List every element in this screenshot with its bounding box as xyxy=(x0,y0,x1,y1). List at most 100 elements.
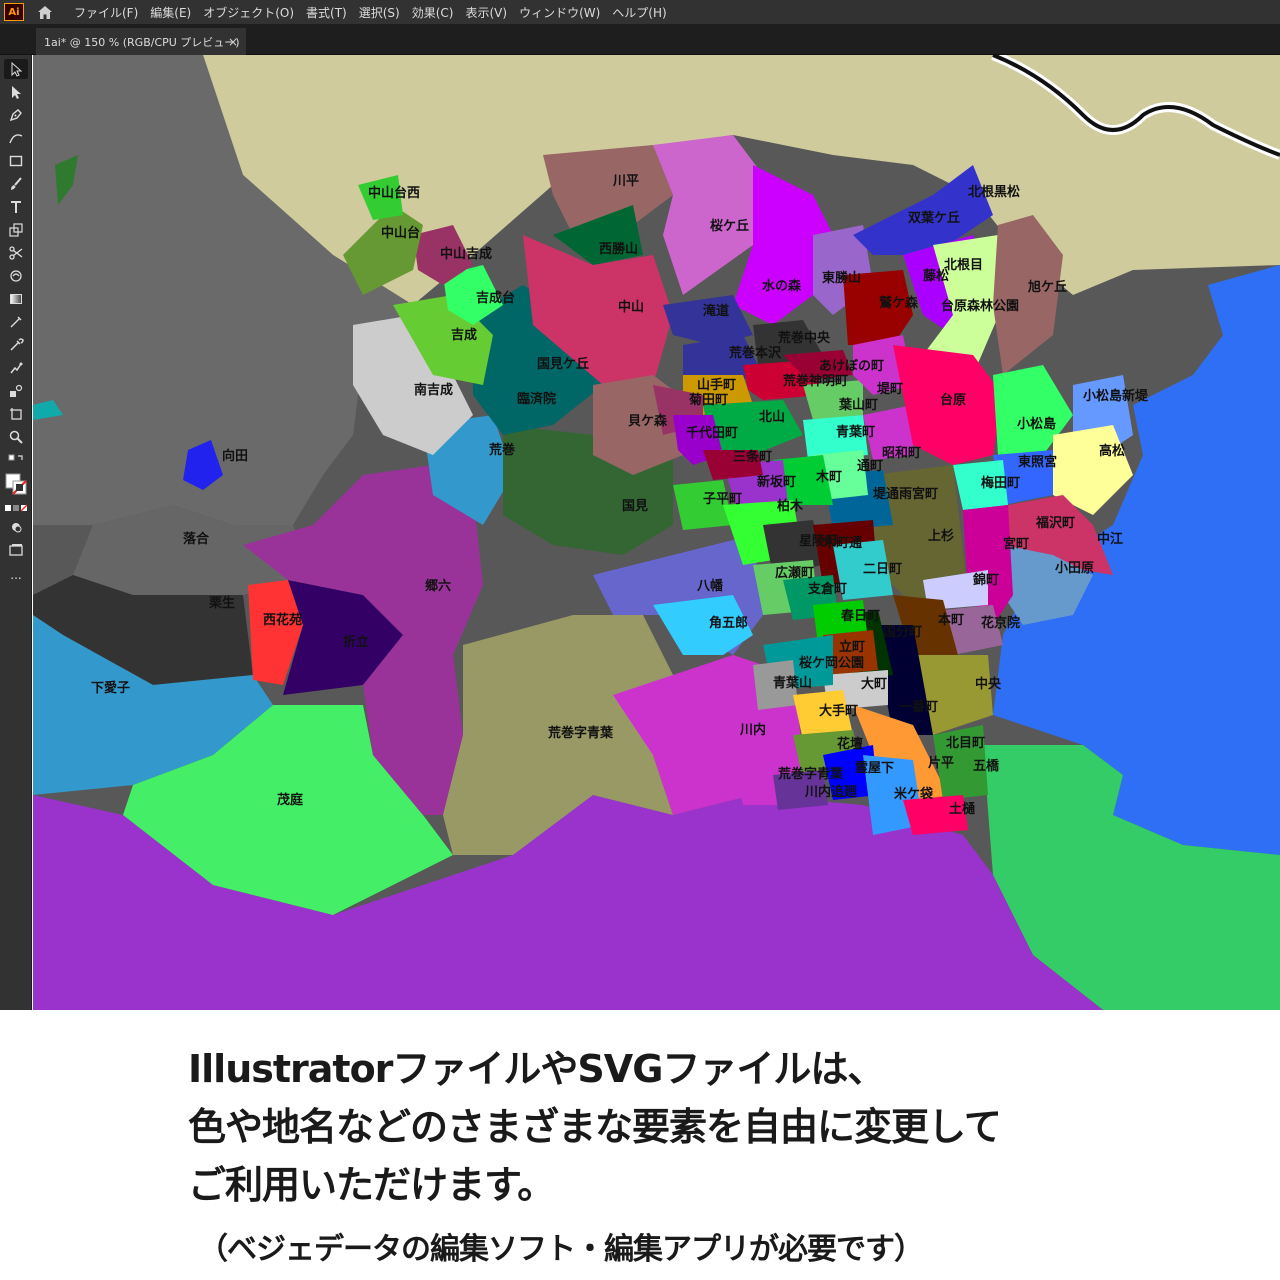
map-label[interactable]: 臨済院 xyxy=(517,391,556,407)
map-label[interactable]: 一番町 xyxy=(899,699,938,715)
map-label[interactable]: 北山 xyxy=(759,409,785,425)
map-label[interactable]: 子平町 xyxy=(703,492,742,507)
eyedropper-tool-icon[interactable] xyxy=(4,335,28,355)
map-label[interactable]: 南吉成 xyxy=(414,382,453,398)
map-label[interactable]: 西勝山 xyxy=(599,241,638,257)
gradient-tool-icon[interactable] xyxy=(4,289,28,309)
map-label[interactable]: 荒巻 xyxy=(488,442,516,458)
map-label[interactable]: 新坂町 xyxy=(757,474,796,490)
map-label[interactable]: 旭ケ丘 xyxy=(1027,279,1067,295)
warp-tool-icon[interactable] xyxy=(4,266,28,286)
drawing-mode-icon[interactable] xyxy=(4,517,28,537)
document-tab[interactable]: 1ai* @ 150 % (RGB/CPU プレビュー) × xyxy=(36,28,246,55)
map-label[interactable]: 三条町 xyxy=(733,449,772,465)
map-label[interactable]: 堤通雨宮町 xyxy=(873,486,938,502)
map-label[interactable]: 桜ケ丘 xyxy=(710,218,749,234)
map-label[interactable]: 霊屋下 xyxy=(855,761,894,776)
map-label[interactable]: 角五郎 xyxy=(709,615,748,631)
close-tab-icon[interactable]: × xyxy=(228,35,238,49)
map-label[interactable]: 五橋 xyxy=(973,758,1000,774)
map-label[interactable]: 本町 xyxy=(938,612,964,628)
map-label[interactable]: 青葉山 xyxy=(773,675,812,691)
scissors-tool-icon[interactable] xyxy=(4,243,28,263)
symbol-sprayer-tool-icon[interactable] xyxy=(4,381,28,401)
swap-colors-icon[interactable] xyxy=(4,453,28,469)
map-label[interactable]: 国見ケ丘 xyxy=(537,357,589,372)
map-label[interactable]: 荒巻神明町 xyxy=(782,373,848,389)
map-label[interactable]: 川内 xyxy=(739,722,766,738)
mesh-tool-icon[interactable] xyxy=(4,312,28,332)
map-label[interactable]: 下愛子 xyxy=(91,680,130,696)
map-label[interactable]: 八幡 xyxy=(696,578,723,594)
map-label[interactable]: 上杉 xyxy=(928,528,954,544)
map-label[interactable]: 昭和町 xyxy=(882,445,921,461)
map-label[interactable]: 土樋 xyxy=(949,801,975,817)
map-label[interactable]: 水の森 xyxy=(762,278,802,294)
artboard-canvas[interactable]: 中山台西 川平 桜ケ丘 北根黒松 双葉ケ丘 中山台 西勝山 東勝山 北根目 中山吉成 藤松 旭ケ丘 水の… xyxy=(33,55,1280,1010)
menu-edit[interactable]: 編集(E) xyxy=(150,4,191,21)
artboard-tool-icon[interactable] xyxy=(4,404,28,424)
map-label[interactable]: 支倉町 xyxy=(807,581,847,597)
map-label[interactable]: 北目町 xyxy=(946,736,985,751)
menu-file[interactable]: ファイル(F) xyxy=(74,4,138,21)
map-label[interactable]: 山手町 xyxy=(697,377,736,393)
screen-mode-icon[interactable] xyxy=(4,540,28,560)
map-label[interactable]: 春日町 xyxy=(840,608,880,624)
blend-tool-icon[interactable] xyxy=(4,358,28,378)
map-label[interactable]: 宮町 xyxy=(1003,536,1029,552)
menu-select[interactable]: 選択(S) xyxy=(359,4,400,21)
map-label[interactable]: 吉成 xyxy=(451,327,477,343)
map-label[interactable]: 千代田町 xyxy=(686,425,738,441)
map-label[interactable]: 錦町 xyxy=(973,572,999,588)
map-label[interactable]: 梅田町 xyxy=(981,475,1020,491)
map-label[interactable]: 堤町 xyxy=(877,381,903,397)
map-label[interactable]: 片平 xyxy=(928,755,954,771)
map-label[interactable]: 青葉町 xyxy=(836,424,875,440)
map-label[interactable]: 二日町 xyxy=(863,562,902,577)
map-label[interactable]: 双葉ケ丘 xyxy=(908,210,960,226)
map-label[interactable]: 川内追廻 xyxy=(804,784,858,800)
map-label[interactable]: 落合 xyxy=(183,531,210,547)
menu-type[interactable]: 書式(T) xyxy=(306,4,347,21)
map-label[interactable]: 台原 xyxy=(940,392,966,408)
map-label[interactable]: 高松 xyxy=(1099,443,1125,459)
map-label[interactable]: 小松島新堤 xyxy=(1083,388,1149,404)
map-label[interactable]: 向田 xyxy=(222,448,248,464)
type-tool-icon[interactable] xyxy=(4,197,28,217)
map-label[interactable]: 北根目 xyxy=(944,257,983,273)
paintbrush-tool-icon[interactable] xyxy=(4,174,28,194)
map-label[interactable]: 福沢町 xyxy=(1035,515,1075,531)
map-label[interactable]: 郷六 xyxy=(425,578,451,594)
pen-tool-icon[interactable] xyxy=(4,105,28,125)
map-label[interactable]: 滝道 xyxy=(703,303,729,319)
map-label[interactable]: あけぼの町 xyxy=(819,359,884,374)
map-label[interactable]: 中山 xyxy=(618,299,644,315)
map-label[interactable]: 中山吉成 xyxy=(440,246,492,262)
map-label[interactable]: 貝ケ森 xyxy=(628,413,668,429)
map-label[interactable]: 吉成台 xyxy=(476,290,515,306)
map-label[interactable]: 小松島 xyxy=(1017,416,1056,432)
more-tools-icon[interactable]: ... xyxy=(4,565,28,585)
rectangle-tool-icon[interactable] xyxy=(4,151,28,171)
map-label[interactable]: 木町 xyxy=(815,469,842,485)
map-label[interactable]: 東勝山 xyxy=(822,270,861,286)
menu-view[interactable]: 表示(V) xyxy=(465,4,507,21)
map-label[interactable]: 藤松 xyxy=(923,268,949,284)
selection-tool-icon[interactable] xyxy=(4,59,28,79)
map-label[interactable]: 葉山町 xyxy=(838,397,878,413)
map-label[interactable]: 大町 xyxy=(861,676,887,692)
map-label[interactable]: 川平 xyxy=(612,174,639,189)
rotate-tool-icon[interactable] xyxy=(4,220,28,240)
map-label[interactable]: 荒巻中央 xyxy=(777,330,831,346)
map-label[interactable]: 中央 xyxy=(975,676,1002,692)
map-label[interactable]: 花京院 xyxy=(981,615,1020,631)
fill-stroke-swatch-icon[interactable] xyxy=(4,469,28,499)
map-label[interactable]: 茂庭 xyxy=(277,792,304,808)
menu-object[interactable]: オブジェクト(O) xyxy=(203,4,294,21)
color-mode-icons[interactable] xyxy=(4,501,28,515)
map-label[interactable]: 立町 xyxy=(839,639,865,655)
map-label[interactable]: 荒巻字青葉 xyxy=(777,766,844,782)
direct-selection-tool-icon[interactable] xyxy=(4,82,28,102)
map-label[interactable]: 木町通 xyxy=(822,535,862,551)
map-label[interactable]: 花壇 xyxy=(837,736,863,752)
